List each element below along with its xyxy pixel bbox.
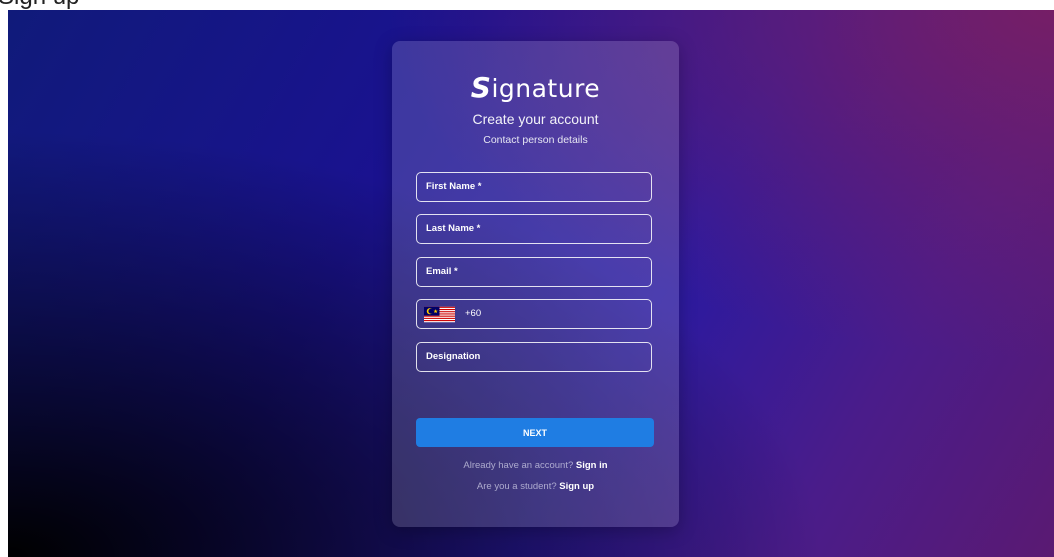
last-name-field[interactable]: Last Name * [416, 214, 652, 244]
student-prompt-line: Are you a student? Sign up [392, 481, 679, 492]
phone-field[interactable]: +60 [416, 299, 652, 329]
last-name-label: Last Name * [426, 223, 481, 234]
designation-field[interactable]: Designation [416, 342, 652, 372]
page-title: Create your account [472, 111, 599, 127]
signin-prompt: Already have an account? [463, 460, 574, 471]
student-prompt: Are you a student? [476, 481, 557, 492]
sign-in-link[interactable]: Sign in [576, 460, 608, 471]
signup-card: Signature Create your account Contact pe… [392, 41, 679, 527]
brand-logo: Signature [392, 71, 679, 104]
next-button[interactable]: NEXT [416, 418, 654, 447]
signin-prompt-line: Already have an account? Sign in [392, 460, 679, 471]
top-strip: Sign up [0, 0, 1054, 10]
email-field[interactable]: Email * [416, 257, 652, 287]
first-name-label: First Name * [426, 181, 482, 192]
first-name-field[interactable]: First Name * [416, 172, 652, 202]
logo-text: ignature [491, 74, 601, 103]
page-subtitle: Contact person details [483, 134, 588, 146]
logo-mark: S [470, 71, 492, 104]
sign-up-link[interactable]: Sign up [559, 481, 594, 492]
phone-country-code: +60 [465, 308, 482, 319]
designation-label: Designation [426, 351, 481, 362]
email-label: Email * [426, 266, 458, 277]
malaysia-flag-icon[interactable] [424, 306, 455, 323]
top-strip-text: Sign up [0, 0, 79, 10]
